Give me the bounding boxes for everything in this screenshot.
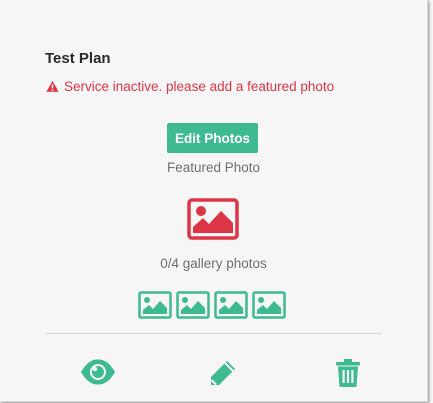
pencil-icon: [210, 361, 235, 386]
edit-button[interactable]: [208, 358, 238, 388]
gallery-slot-image-icon[interactable]: [214, 291, 248, 319]
featured-photo-label: Featured Photo: [166, 160, 261, 175]
exclamation-triangle-icon: [46, 80, 59, 92]
view-button[interactable]: [80, 358, 116, 386]
service-card: Test Plan Service inactive. please add a…: [0, 0, 428, 402]
edit-photos-button[interactable]: Edit Photos: [167, 123, 258, 153]
delete-button[interactable]: [335, 358, 361, 388]
featured-photo-placeholder-icon: [187, 198, 239, 240]
gallery-count-label: 0/4 gallery photos: [160, 256, 267, 271]
gallery-slot-image-icon[interactable]: [138, 291, 172, 319]
gallery-slots: [138, 291, 286, 319]
gallery-slot-image-icon[interactable]: [176, 291, 210, 319]
service-title: Test Plan: [45, 50, 111, 67]
eye-icon: [81, 359, 115, 385]
trash-icon: [336, 359, 360, 387]
inactive-warning: Service inactive. please add a featured …: [46, 79, 334, 94]
divider: [45, 333, 381, 334]
gallery-slot-image-icon[interactable]: [252, 291, 286, 319]
warning-text: Service inactive. please add a featured …: [64, 79, 335, 94]
